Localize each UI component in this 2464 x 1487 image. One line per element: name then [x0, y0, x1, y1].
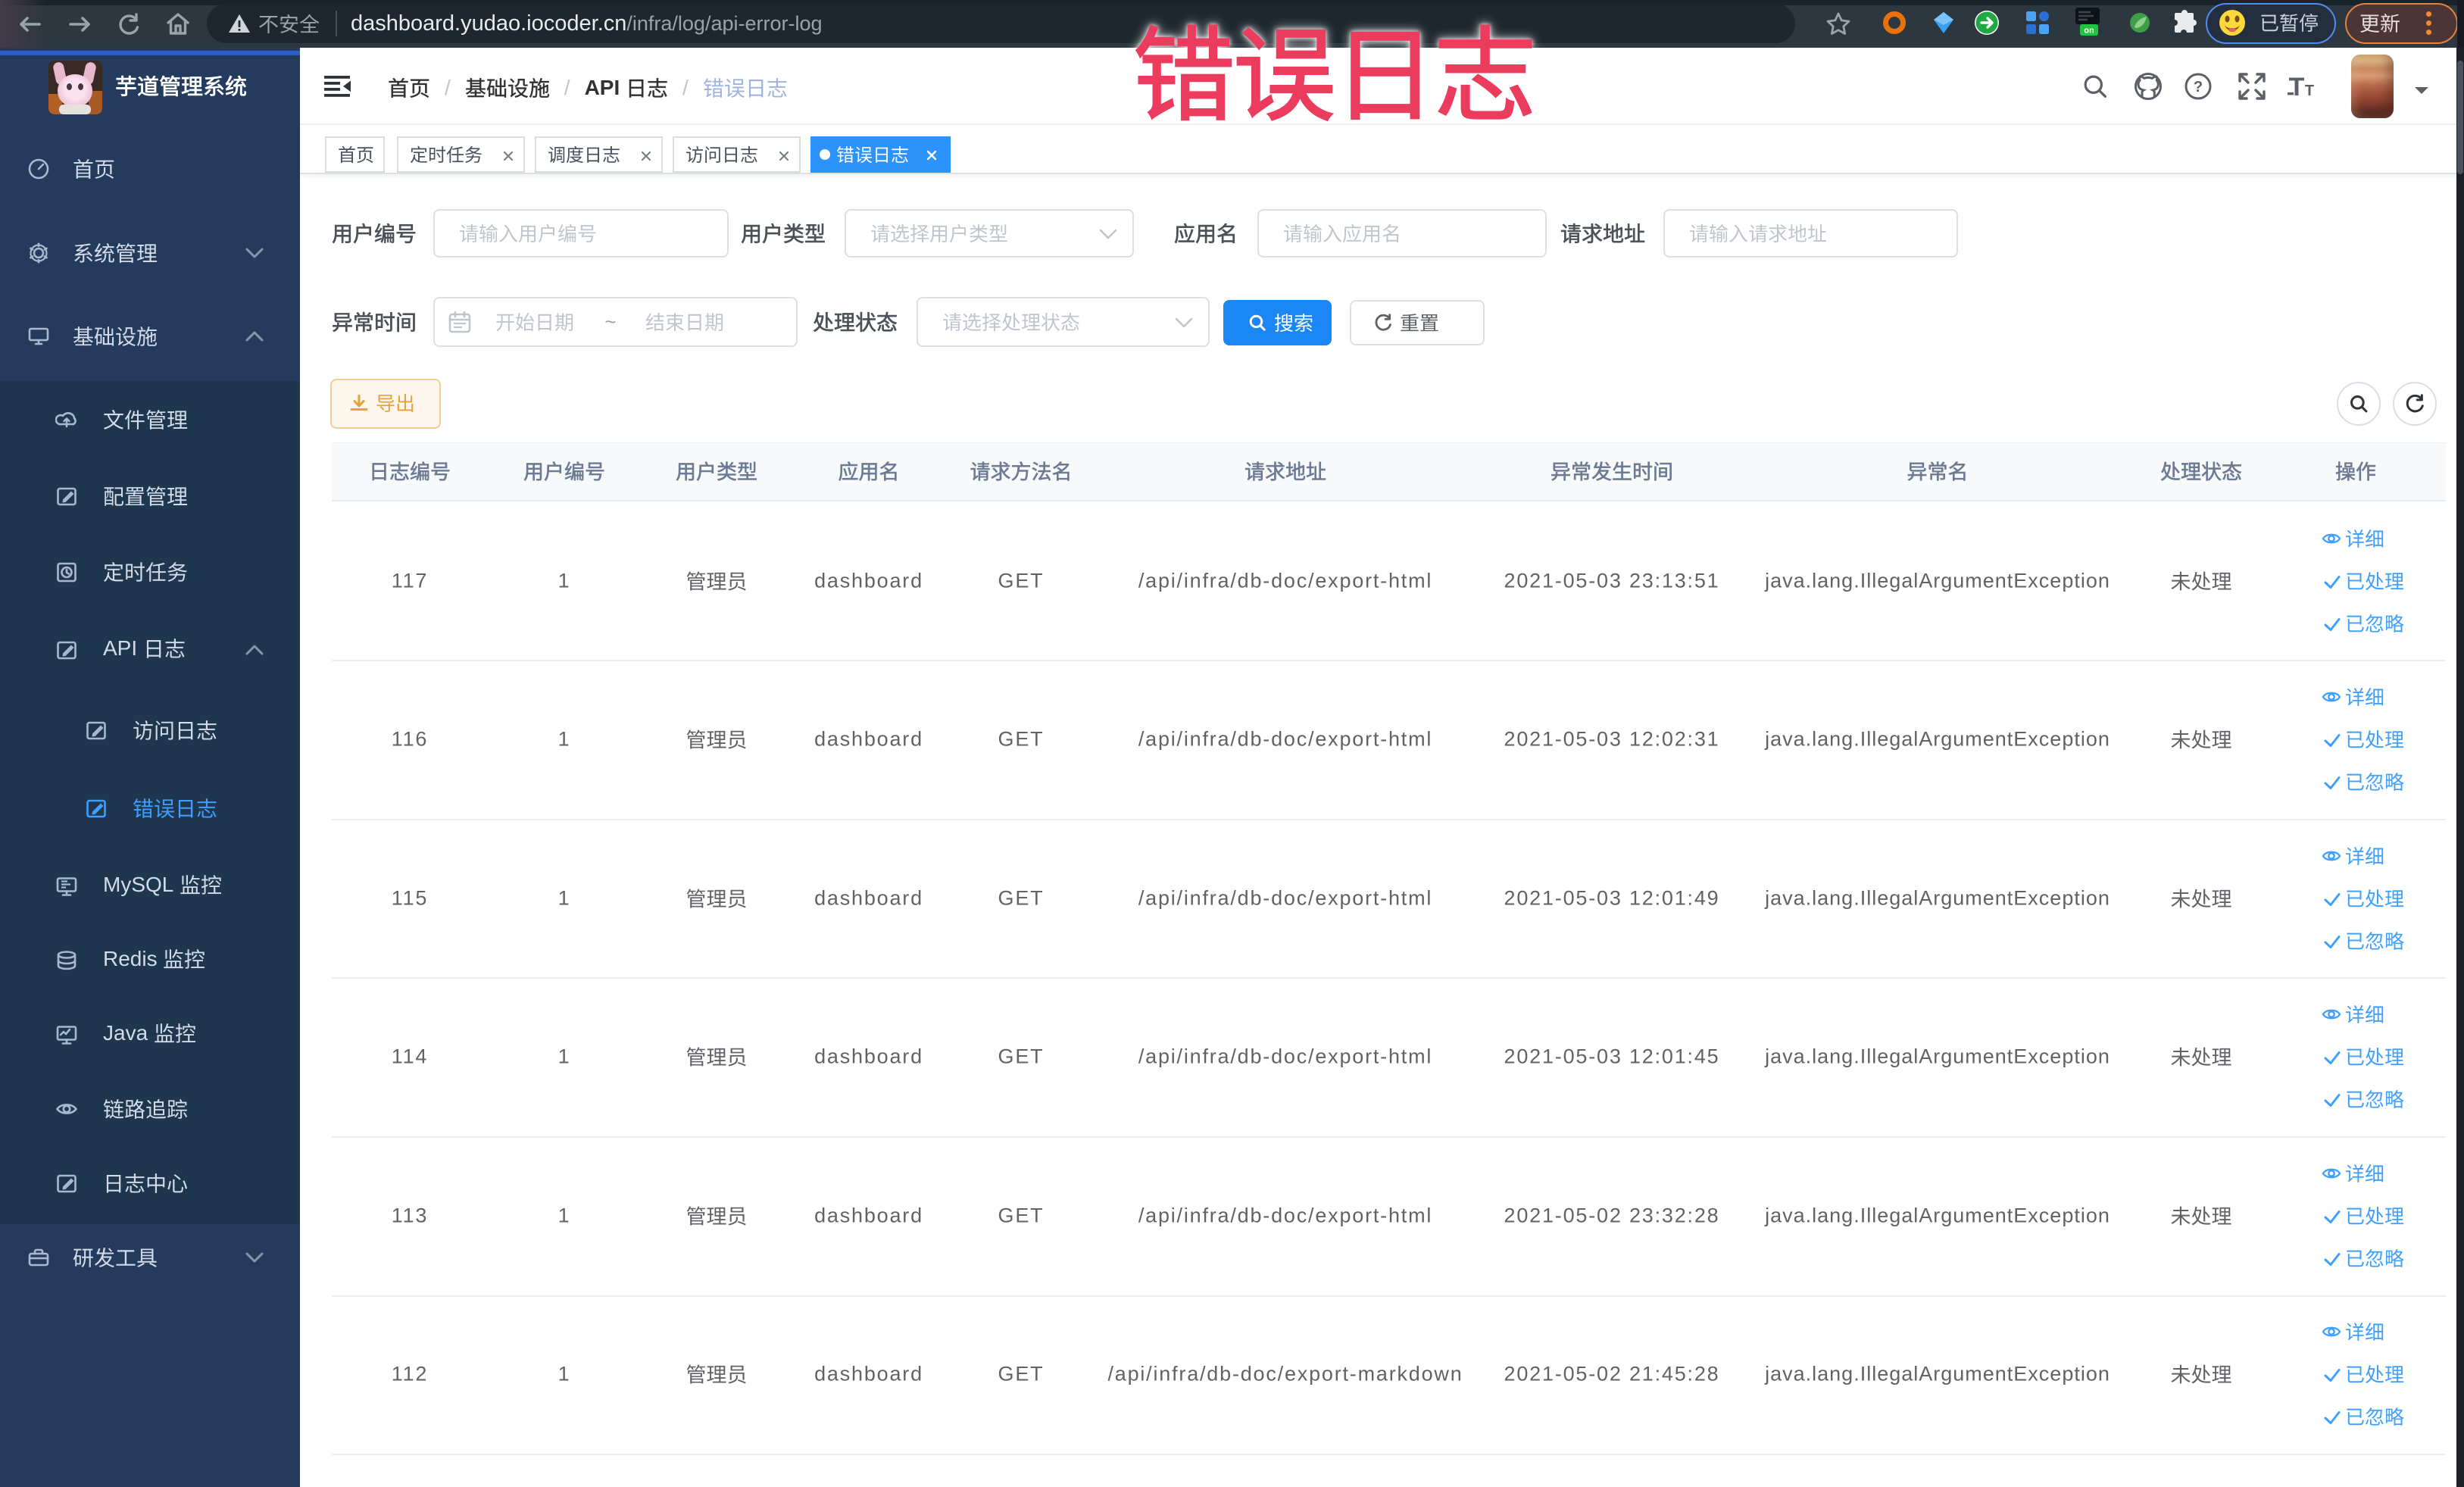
svg-text:on: on [2084, 27, 2094, 36]
svg-text:?: ? [2194, 79, 2203, 95]
svg-text:T: T [2289, 73, 2305, 100]
svg-text:T: T [2305, 83, 2314, 99]
